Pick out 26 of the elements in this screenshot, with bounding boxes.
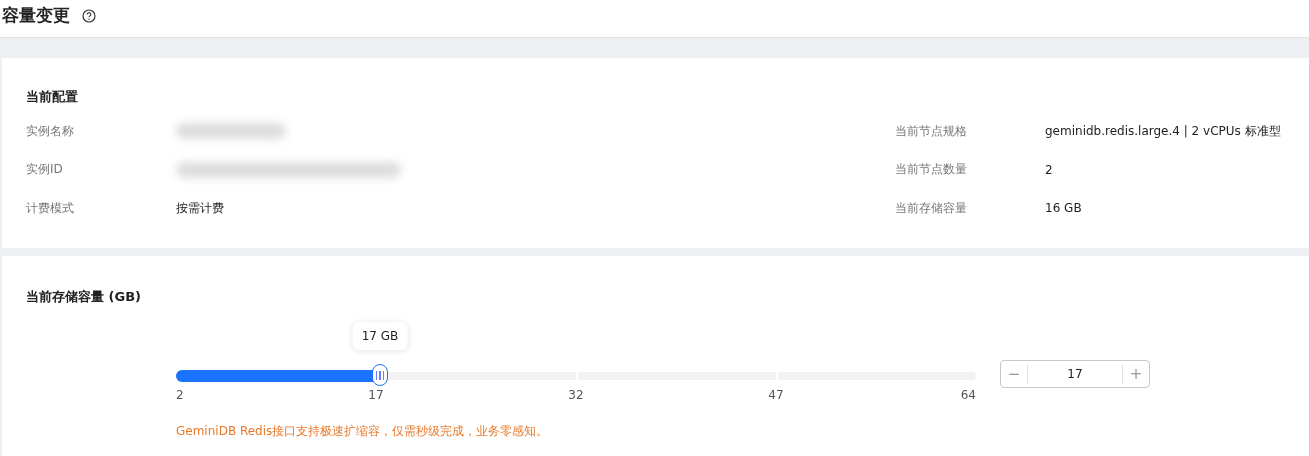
section-heading: 当前配置 <box>26 88 79 106</box>
tick-label: 17 <box>368 388 384 402</box>
field-value: 16 GB <box>1045 201 1082 216</box>
page-title: 容量变更 <box>2 4 70 27</box>
tick-label: 2 <box>176 388 184 402</box>
field-value: 2 <box>1045 162 1053 177</box>
section-heading: 当前存储容量 (GB) <box>26 288 142 306</box>
value-tooltip: 17 GB <box>352 322 408 350</box>
increment-button[interactable]: + <box>1123 365 1149 383</box>
tick-label: 47 <box>768 388 784 402</box>
field-label: 实例ID <box>26 161 64 179</box>
field-label: 当前存储容量 <box>895 199 968 217</box>
decrement-button[interactable]: − <box>1001 365 1027 383</box>
field-value: geminidb.redis.large.4 | 2 vCPUs 标准型 <box>1045 122 1281 140</box>
slider[interactable] <box>176 365 976 387</box>
help-icon[interactable] <box>82 8 96 23</box>
field-label: 当前节点规格 <box>895 122 968 140</box>
field-label: 实例名称 <box>26 122 75 140</box>
slider-handle[interactable] <box>372 364 388 386</box>
field-label: 当前节点数量 <box>895 161 968 179</box>
tick-label: 32 <box>568 388 584 402</box>
field-value: 按需计费 <box>176 199 224 217</box>
info-note: GeminiDB Redis接口支持极速扩缩容，仅需秒级完成，业务零感知。 <box>176 423 550 440</box>
tick-label: 64 <box>960 388 976 402</box>
field-label: 计费模式 <box>26 199 75 217</box>
number-stepper[interactable]: − 17 + <box>1000 360 1150 388</box>
